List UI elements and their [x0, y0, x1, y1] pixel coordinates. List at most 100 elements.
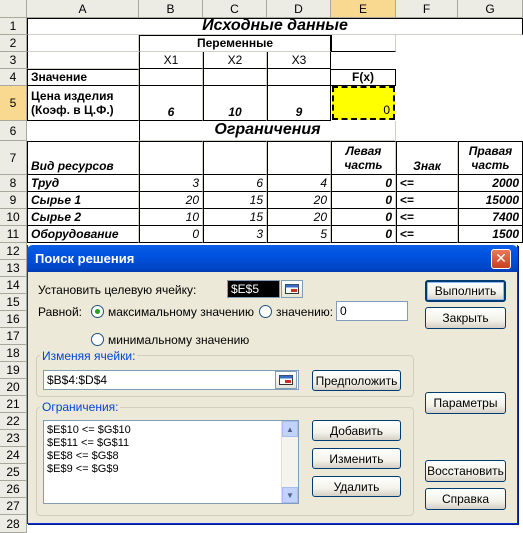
left-part[interactable]: 0 — [331, 175, 396, 192]
row-header-22[interactable]: 22 — [0, 413, 27, 430]
cell-e2[interactable] — [331, 35, 396, 52]
guess-button[interactable]: Предположить — [312, 370, 401, 391]
constraints-scrollbar[interactable]: ▲ ▼ — [281, 421, 298, 503]
radio-max[interactable] — [91, 305, 104, 318]
solve-button[interactable]: Выполнить — [425, 280, 506, 302]
target-cell-e5[interactable]: 0 — [332, 86, 395, 120]
row-header-4[interactable]: 4 — [0, 69, 27, 86]
column-header-g[interactable]: G — [458, 0, 523, 18]
row-header-15[interactable]: 15 — [0, 294, 27, 311]
sign[interactable]: <= — [396, 209, 458, 226]
price-x2[interactable]: 10 — [203, 86, 267, 121]
sign-header[interactable]: Знак — [396, 141, 458, 175]
right-part[interactable]: 2000 — [458, 175, 523, 192]
row-header-14[interactable]: 14 — [0, 277, 27, 294]
right-part-header[interactable]: Правая часть — [458, 141, 523, 175]
change-button[interactable]: Изменить — [312, 448, 401, 469]
cell-a3[interactable] — [27, 52, 139, 69]
left-part[interactable]: 0 — [331, 209, 396, 226]
column-header-e[interactable]: E — [331, 0, 396, 18]
sign[interactable]: <= — [396, 175, 458, 192]
header-x2[interactable]: X2 — [203, 52, 267, 69]
target-cell-collapse-button[interactable] — [281, 280, 303, 298]
row-header-16[interactable]: 16 — [0, 311, 27, 328]
scroll-up-icon[interactable]: ▲ — [282, 421, 298, 437]
changing-cells-collapse-button[interactable] — [275, 371, 297, 389]
resource-name[interactable]: Сырье 1 — [27, 192, 139, 209]
left-part-header[interactable]: Левая часть — [331, 141, 396, 175]
coef-d[interactable]: 4 — [267, 175, 331, 192]
coef-d[interactable]: 20 — [267, 209, 331, 226]
cell-a2[interactable] — [27, 35, 139, 52]
close-button[interactable]: Закрыть — [425, 307, 506, 329]
reset-button[interactable]: Восстановить — [425, 460, 506, 482]
row-header-11[interactable]: 11 — [0, 226, 27, 243]
radio-max-label[interactable]: максимальному значению — [108, 305, 254, 319]
row-header-2[interactable]: 2 — [0, 35, 27, 52]
row-header-21[interactable]: 21 — [0, 396, 27, 413]
left-part[interactable]: 0 — [331, 226, 396, 243]
changing-cells-input[interactable]: $B$4:$D$4 — [43, 370, 299, 390]
coef-c[interactable]: 15 — [203, 209, 267, 226]
row-header-7[interactable]: 7 — [0, 141, 27, 175]
constraint-item[interactable]: $E$11 <= $G$11 — [44, 437, 298, 450]
row-header-28[interactable]: 28 — [0, 515, 27, 533]
variables-header[interactable]: Переменные — [139, 35, 331, 52]
row-header-13[interactable]: 13 — [0, 260, 27, 277]
column-header-f[interactable]: F — [396, 0, 458, 18]
row-header-25[interactable]: 25 — [0, 464, 27, 481]
constraints-list[interactable]: $E$10 <= $G$10 $E$11 <= $G$11 $E$8 <= $G… — [43, 420, 299, 504]
cell-d7[interactable] — [267, 141, 331, 175]
row-header-9[interactable]: 9 — [0, 192, 27, 209]
resource-name[interactable]: Оборудование — [27, 226, 139, 243]
delete-button[interactable]: Удалить — [312, 476, 401, 497]
coef-b[interactable]: 20 — [139, 192, 203, 209]
radio-value[interactable] — [259, 305, 272, 318]
row-header-20[interactable]: 20 — [0, 379, 27, 396]
coef-d[interactable]: 20 — [267, 192, 331, 209]
value-label[interactable]: Значение — [27, 69, 139, 86]
sheet-title[interactable]: Исходные данные — [27, 18, 523, 35]
radio-value-label[interactable]: значению: — [276, 305, 333, 319]
value-input[interactable]: 0 — [336, 301, 408, 321]
add-button[interactable]: Добавить — [312, 420, 401, 441]
cell-c7[interactable] — [203, 141, 267, 175]
row-header-18[interactable]: 18 — [0, 345, 27, 362]
row-header-19[interactable]: 19 — [0, 362, 27, 379]
constraints-title[interactable]: Ограничения — [139, 121, 396, 141]
coef-c[interactable]: 3 — [203, 226, 267, 243]
row-header-26[interactable]: 26 — [0, 481, 27, 498]
dialog-title-bar[interactable]: Поиск решения — [27, 245, 518, 272]
help-button[interactable]: Справка — [425, 488, 506, 510]
resource-header[interactable]: Вид ресурсов — [27, 141, 139, 175]
left-part[interactable]: 0 — [331, 192, 396, 209]
header-x1[interactable]: X1 — [139, 52, 203, 69]
column-header-c[interactable]: C — [203, 0, 267, 18]
resource-name[interactable]: Сырье 2 — [27, 209, 139, 226]
header-x3[interactable]: X3 — [267, 52, 331, 69]
constraint-item[interactable]: $E$10 <= $G$10 — [44, 424, 298, 437]
sign[interactable]: <= — [396, 226, 458, 243]
coef-d[interactable]: 5 — [267, 226, 331, 243]
column-header-d[interactable]: D — [267, 0, 331, 18]
row-header-27[interactable]: 27 — [0, 498, 27, 515]
cell-d4[interactable] — [267, 69, 331, 86]
column-header-b[interactable]: B — [139, 0, 203, 18]
right-part[interactable]: 15000 — [458, 192, 523, 209]
coef-c[interactable]: 15 — [203, 192, 267, 209]
constraint-item[interactable]: $E$8 <= $G$8 — [44, 450, 298, 463]
target-cell-input[interactable]: $E$5 — [227, 280, 280, 298]
price-x3[interactable]: 9 — [267, 86, 331, 121]
options-button[interactable]: Параметры — [425, 392, 506, 414]
cell-b4[interactable] — [139, 69, 203, 86]
price-x1[interactable]: 6 — [139, 86, 203, 121]
row-header-6[interactable]: 6 — [0, 121, 27, 141]
row-header-24[interactable]: 24 — [0, 447, 27, 464]
right-part[interactable]: 7400 — [458, 209, 523, 226]
coef-b[interactable]: 10 — [139, 209, 203, 226]
close-icon[interactable]: ✕ — [491, 249, 511, 269]
constraint-item[interactable]: $E$9 <= $G$9 — [44, 463, 298, 476]
coef-c[interactable]: 6 — [203, 175, 267, 192]
select-all-corner[interactable] — [0, 0, 27, 18]
row-header-5[interactable]: 5 — [0, 86, 27, 121]
